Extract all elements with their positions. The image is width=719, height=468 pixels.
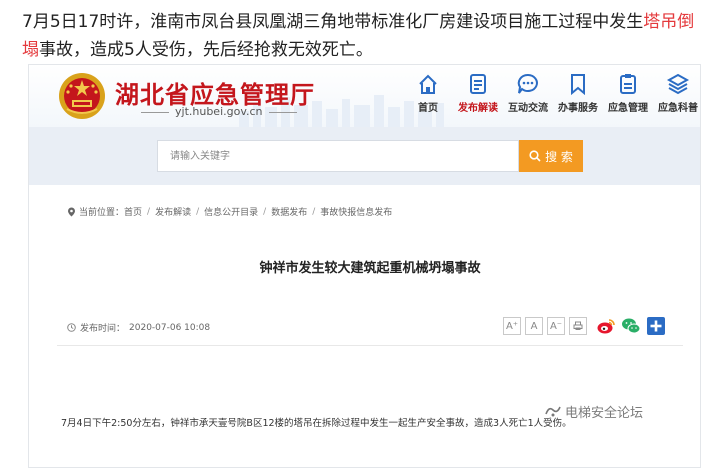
nav-label: 发布解读: [458, 103, 498, 114]
breadcrumb-separator: /: [196, 206, 200, 217]
chat-icon: [517, 73, 538, 94]
watermark: 电梯安全论坛: [565, 406, 644, 421]
nav-item-emergency[interactable]: 应急管理: [603, 73, 653, 114]
share-wechat[interactable]: [621, 316, 641, 336]
nav-item-interaction[interactable]: 互动交流: [503, 73, 553, 114]
national-emblem-icon: [59, 73, 105, 119]
wechat-icon: [622, 318, 641, 334]
document-icon: [470, 74, 486, 94]
font-small-button[interactable]: A⁻: [547, 317, 565, 335]
meta-divider: [57, 345, 683, 346]
breadcrumb-accident[interactable]: 事故快报信息发布: [320, 205, 392, 218]
article-meta: 发布时间： 2020-07-06 10:08: [67, 321, 210, 334]
share-weibo[interactable]: [596, 316, 616, 336]
breadcrumb-separator: /: [147, 206, 151, 217]
weibo-icon: [597, 319, 615, 334]
font-large-button[interactable]: A⁺: [503, 317, 521, 335]
location-pin-icon: [68, 207, 75, 216]
intro-text-1: 7月5日17时许，淮南市凤台县凤凰湖三角地带标准化厂房建设项目施工过程中发生: [22, 12, 644, 32]
search-bar: 搜 索: [29, 127, 700, 185]
breadcrumb-prefix: 当前位置：: [79, 208, 125, 218]
breadcrumb-separator: /: [263, 206, 267, 217]
share-more[interactable]: [646, 316, 666, 336]
nav-label: 互动交流: [508, 103, 548, 114]
nav-label: 应急科普: [658, 103, 698, 114]
layers-icon: [666, 73, 690, 95]
printer-icon: [573, 321, 583, 330]
article-body-text: 7月4日下午2:50分左右，钟祥市承天壹号院B区12楼的塔吊在拆除过程中发生一起…: [61, 418, 572, 429]
bookmark-icon: [571, 74, 585, 95]
breadcrumb-data[interactable]: 数据发布: [271, 205, 307, 218]
intro-text-2: 事故，造成5人受伤，先后经抢救无效死亡。: [39, 40, 373, 60]
font-normal-button[interactable]: A: [525, 317, 543, 335]
nav-label: 应急管理: [608, 103, 648, 114]
search-button-label: 搜 索: [545, 149, 573, 164]
nav-item-science[interactable]: 应急科普: [653, 73, 700, 114]
breadcrumb-catalog[interactable]: 信息公开目录: [204, 205, 258, 218]
home-icon: [419, 74, 437, 94]
site-header: 湖北省应急管理厅 yjt.hubei.gov.cn 首页 发布解读 互动交流 办…: [29, 65, 700, 127]
nav-item-release[interactable]: 发布解读: [453, 73, 503, 114]
wechat-channel-icon: [545, 406, 561, 417]
article-tools: A⁺ A A⁻: [503, 316, 666, 336]
nav-item-services[interactable]: 办事服务: [553, 73, 603, 114]
clipboard-icon: [620, 74, 636, 94]
breadcrumb-separator: /: [312, 206, 316, 217]
breadcrumb: 当前位置： 首页 / 发布解读 / 信息公开目录 / 数据发布 / 事故快报信息…: [67, 205, 392, 218]
publish-label: 发布时间：: [80, 324, 126, 334]
main-nav: 首页 发布解读 互动交流 办事服务 应急管理 应急科普: [403, 73, 700, 114]
search-icon: [529, 150, 541, 162]
nav-label: 办事服务: [558, 103, 598, 114]
publish-time: 2020-07-06 10:08: [129, 322, 211, 333]
site-url: yjt.hubei.gov.cn: [135, 105, 303, 118]
nav-item-home[interactable]: 首页: [403, 73, 453, 114]
article-title: 钟祥市发生较大建筑起重机械坍塌事故: [259, 261, 481, 276]
clock-icon: [67, 323, 76, 332]
breadcrumb-home[interactable]: 首页: [124, 205, 142, 218]
plus-share-icon: [647, 317, 665, 335]
breadcrumb-release[interactable]: 发布解读: [155, 205, 191, 218]
intro-paragraph: 7月5日17时许，淮南市凤台县凤凰湖三角地带标准化厂房建设项目施工过程中发生塔吊…: [22, 8, 702, 64]
search-input[interactable]: [157, 140, 519, 172]
print-button[interactable]: [569, 317, 587, 335]
nav-label: 首页: [418, 103, 438, 114]
search-button[interactable]: 搜 索: [519, 140, 583, 172]
